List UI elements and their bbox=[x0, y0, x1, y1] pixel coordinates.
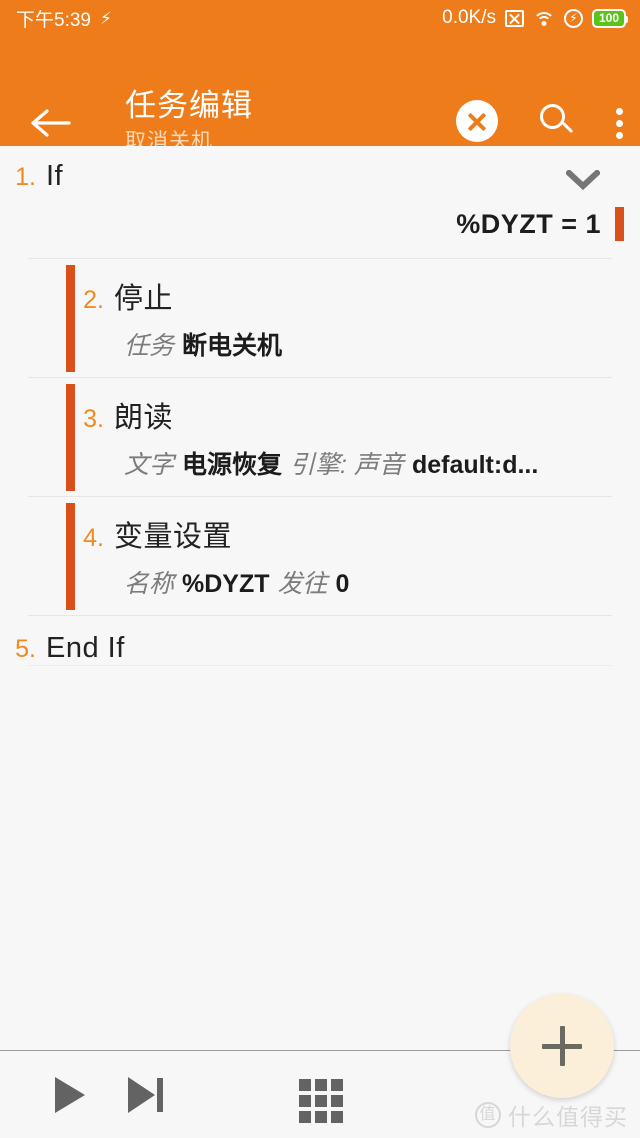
play-icon[interactable] bbox=[55, 1077, 85, 1113]
app-bar-actions bbox=[456, 100, 626, 142]
list-end-divider bbox=[28, 665, 612, 666]
chevron-down-icon[interactable] bbox=[564, 168, 602, 191]
action-number: 4. bbox=[83, 524, 104, 552]
flash-circle-icon: ⚡ bbox=[564, 8, 583, 28]
network-speed-text: 0.0K/s bbox=[442, 7, 496, 28]
app-screen: 下午5:39 ⚡ 0.0K/s ⚡ 100 任务编辑 取消关机 1. If %D… bbox=[0, 0, 640, 1138]
action-row-5[interactable]: 5. End If bbox=[0, 616, 640, 687]
watermark-logo-icon: 值 bbox=[475, 1102, 501, 1128]
action-number: 1. bbox=[15, 163, 36, 191]
action-number: 2. bbox=[83, 286, 104, 314]
search-icon[interactable] bbox=[538, 102, 576, 140]
if-condition[interactable]: %DYZT = 1 bbox=[0, 193, 640, 259]
detail-label: 任务 bbox=[124, 332, 175, 360]
app-bar-titles: 任务编辑 取消关机 bbox=[125, 88, 253, 154]
action-name: 停止 bbox=[114, 283, 174, 315]
back-arrow-icon[interactable] bbox=[29, 108, 71, 138]
detail-value: default:d... bbox=[411, 451, 539, 479]
action-list: 1. If %DYZT = 1 2. 停止 任务 断电关机 3. 朗读 文字 电… bbox=[0, 146, 640, 687]
action-detail: 任务 断电关机 bbox=[0, 326, 610, 362]
condition-accent-bar bbox=[615, 207, 624, 241]
action-number: 3. bbox=[83, 405, 104, 433]
action-name: If bbox=[46, 160, 64, 192]
action-name: 朗读 bbox=[114, 402, 174, 434]
action-name: End If bbox=[46, 632, 125, 664]
page-title: 任务编辑 bbox=[125, 88, 253, 123]
action-detail: 文字 电源恢复 引擎: 声音 default:d... bbox=[0, 445, 610, 481]
action-detail: 名称 %DYZT 发往 0 bbox=[0, 564, 610, 600]
bolt-icon: ⚡ bbox=[99, 8, 112, 28]
x-box-icon bbox=[505, 9, 524, 27]
wifi-icon bbox=[533, 10, 555, 27]
detail-label: 文字 bbox=[124, 451, 175, 479]
detail-label: 名称 bbox=[124, 570, 175, 598]
if-condition-text: %DYZT = 1 bbox=[456, 208, 601, 239]
action-accent-bar bbox=[66, 384, 75, 491]
battery-level-text: 100 bbox=[598, 11, 620, 25]
watermark-text: 什么值得买 bbox=[508, 1104, 628, 1130]
grid-icon[interactable] bbox=[299, 1079, 343, 1123]
add-action-fab[interactable] bbox=[510, 994, 614, 1098]
action-accent-bar bbox=[66, 265, 75, 372]
watermark: 值 什么值得买 bbox=[475, 1098, 628, 1132]
action-row-3[interactable]: 3. 朗读 文字 电源恢复 引擎: 声音 default:d... bbox=[0, 378, 640, 497]
step-forward-icon[interactable] bbox=[128, 1077, 168, 1113]
battery-icon: 100 bbox=[592, 8, 628, 28]
detail-value: %DYZT bbox=[182, 570, 270, 598]
action-row-1[interactable]: 1. If %DYZT = 1 bbox=[0, 146, 640, 259]
app-bar: 任务编辑 取消关机 bbox=[0, 36, 640, 153]
detail-label: 引擎: 声音 bbox=[290, 451, 404, 479]
action-number: 5. bbox=[15, 635, 36, 663]
status-icons: 0.0K/s ⚡ 100 bbox=[442, 7, 628, 29]
close-circle-icon[interactable] bbox=[456, 100, 498, 142]
detail-value: 电源恢复 bbox=[182, 451, 283, 479]
action-row-4[interactable]: 4. 变量设置 名称 %DYZT 发往 0 bbox=[0, 497, 640, 616]
status-bar: 下午5:39 ⚡ 0.0K/s ⚡ 100 bbox=[0, 0, 640, 36]
detail-value: 断电关机 bbox=[182, 332, 283, 360]
action-row-2[interactable]: 2. 停止 任务 断电关机 bbox=[0, 259, 640, 378]
detail-label: 发往 bbox=[277, 570, 328, 598]
status-clock: 下午5:39 bbox=[16, 9, 91, 31]
action-accent-bar bbox=[66, 503, 75, 610]
more-vert-icon[interactable] bbox=[616, 102, 626, 140]
detail-value: 0 bbox=[335, 570, 350, 598]
action-name: 变量设置 bbox=[114, 521, 233, 553]
